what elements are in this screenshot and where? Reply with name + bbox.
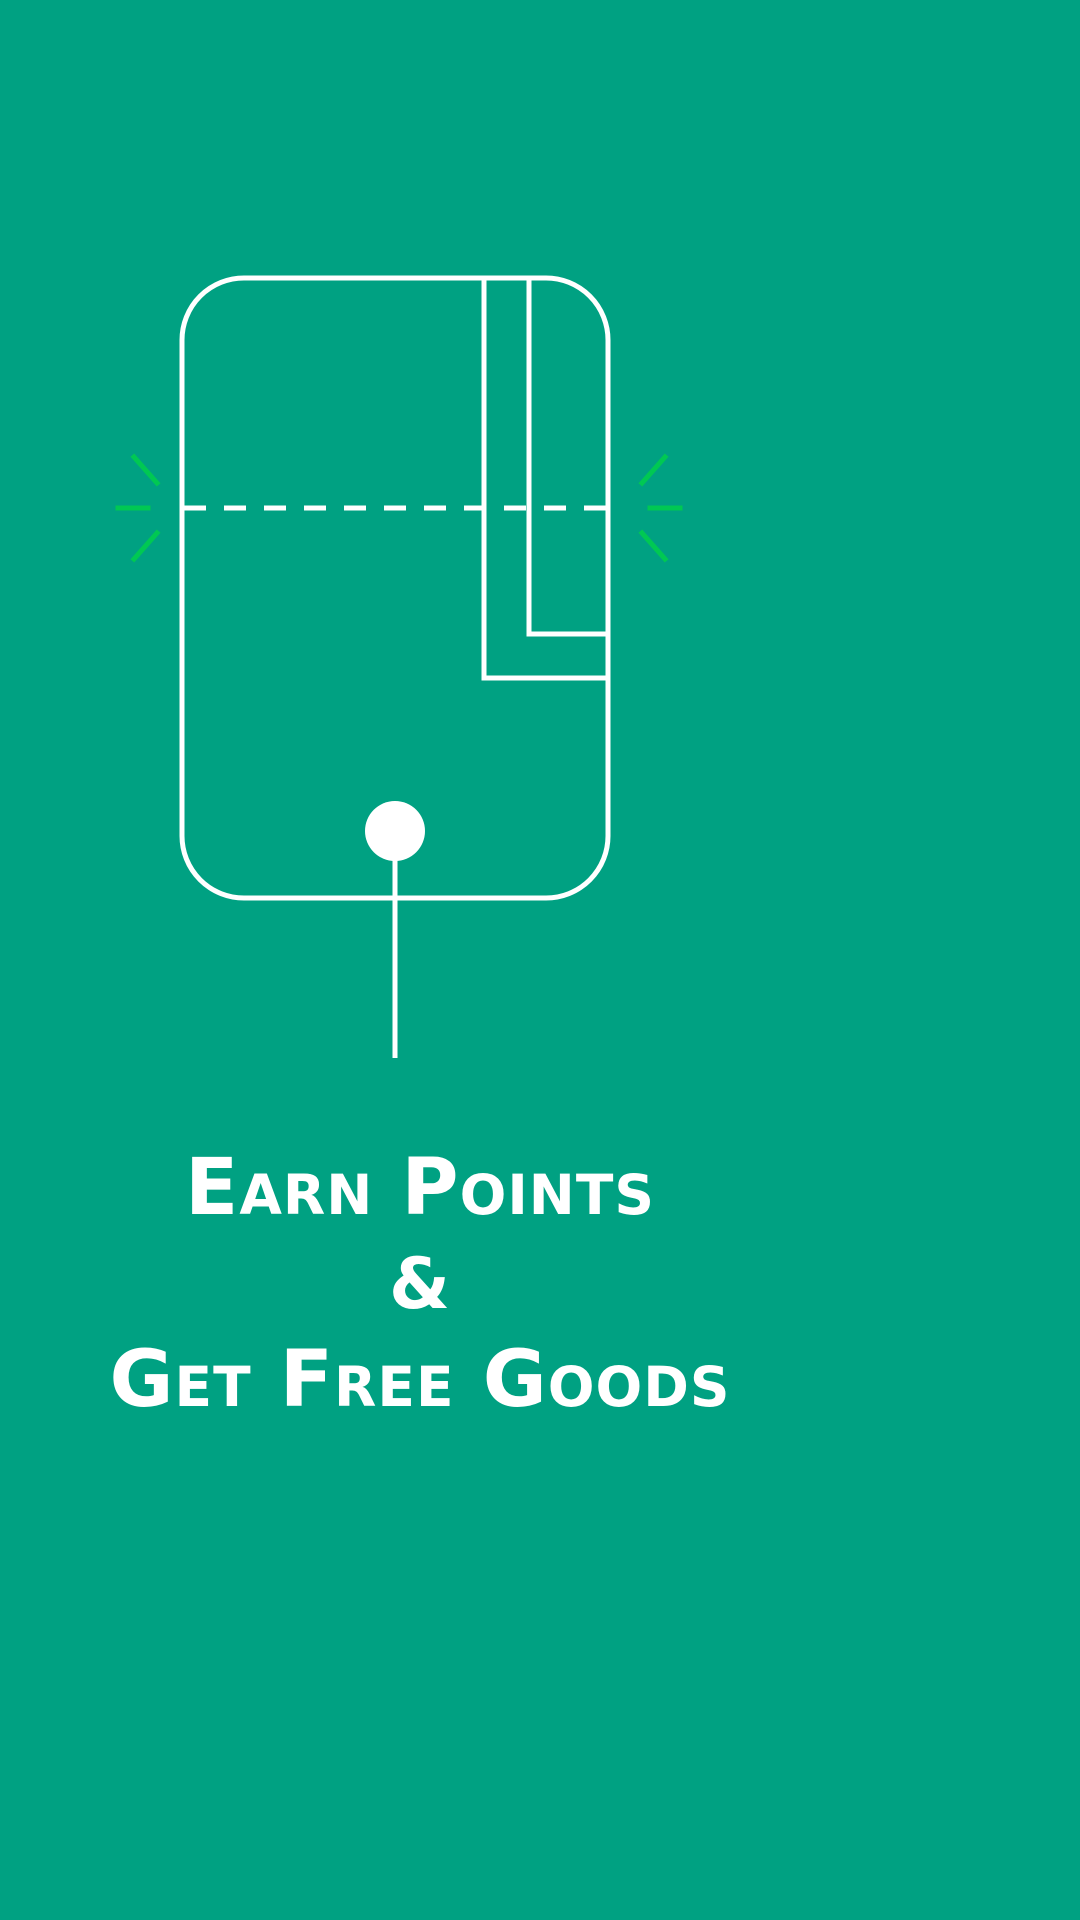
headline-line-ampersand: & [388,1243,452,1325]
onboarding-screen[interactable]: Earn Points & Get Free Goods [0,0,1080,1920]
headline: Earn Points & Get Free Goods [0,1140,840,1428]
pocket-outer-strip [481,280,606,681]
headline-line-earn-points: Earn Points [185,1143,655,1233]
wallet-card-icon [115,275,683,1058]
card-button-dot [365,801,425,861]
pocket-inner-strip [526,280,606,637]
sparkle-icon [638,453,683,563]
sparkle-icon [115,453,161,563]
headline-line-get-free-goods: Get Free Goods [109,1335,731,1425]
